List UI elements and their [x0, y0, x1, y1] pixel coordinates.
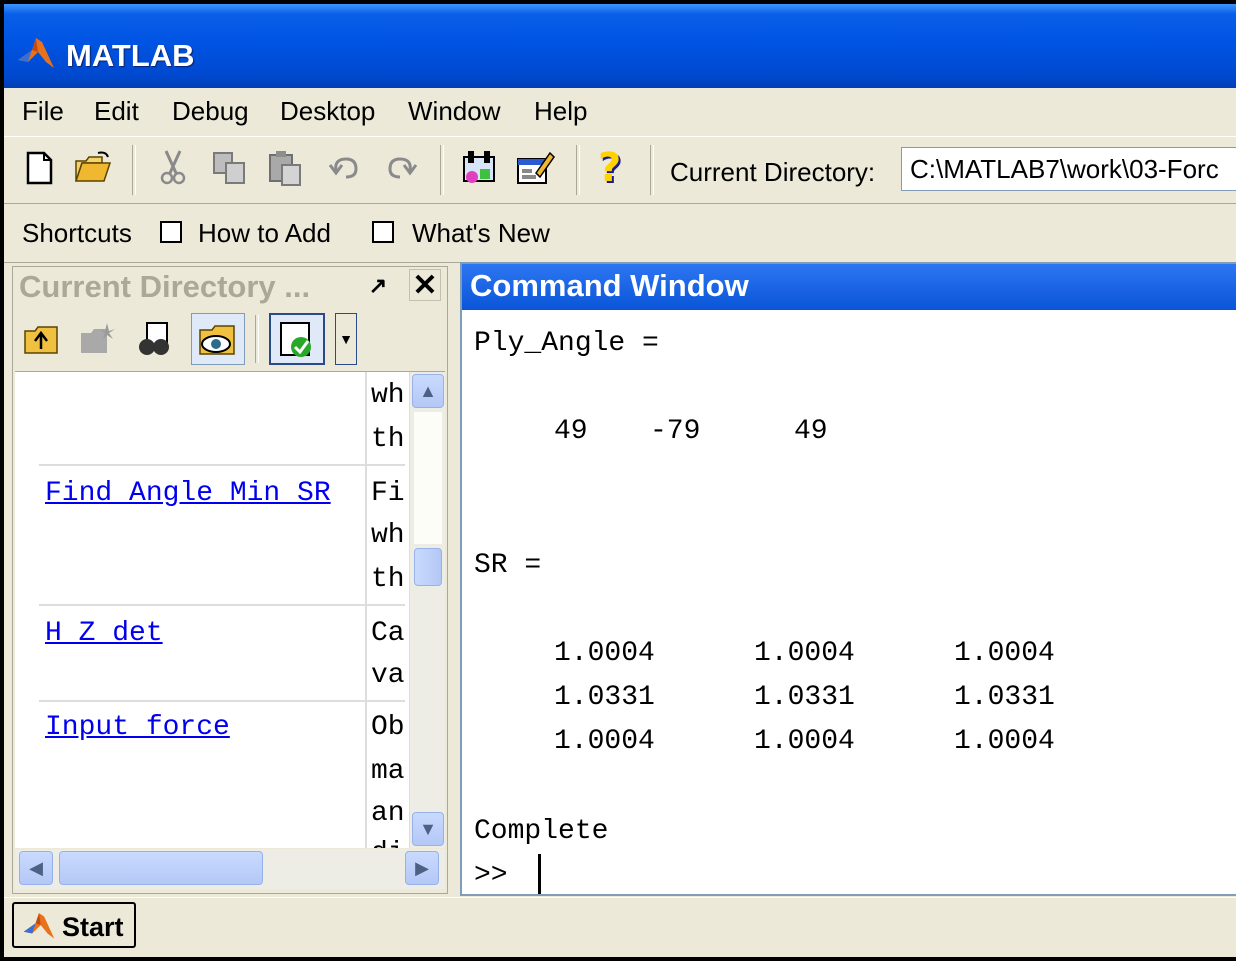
reports-button[interactable] — [269, 313, 325, 365]
file-link-h-z-det[interactable]: H Z det — [45, 618, 163, 649]
horizontal-scrollbar[interactable]: ◀ ▶ — [15, 849, 445, 889]
vertical-scrollbar[interactable]: ▲ ▼ — [409, 372, 445, 848]
start-button[interactable]: Start — [12, 902, 136, 948]
scroll-down-arrow-icon[interactable]: ▼ — [412, 812, 444, 846]
sr-value: 1.0004 — [954, 726, 1055, 757]
horizontal-scroll-thumb[interactable] — [59, 851, 263, 885]
ply-angle-value: 49 — [554, 416, 588, 447]
new-file-icon[interactable] — [18, 147, 60, 189]
desc-text: Ob — [371, 712, 405, 743]
help-icon[interactable]: ? ? — [590, 147, 632, 189]
file-link-input-force[interactable]: Input force — [45, 712, 230, 743]
current-directory-panel: Current Directory ... ↗ ✕ ▼ wh th Find A… — [12, 266, 448, 894]
matlab-logo-icon — [18, 38, 54, 68]
up-folder-icon[interactable] — [21, 319, 61, 359]
command-window-title-bar: Command Window — [462, 264, 1236, 310]
desc-text: ma — [371, 756, 405, 787]
ply-angle-value: -79 — [650, 416, 701, 447]
menu-help[interactable]: Help — [534, 96, 587, 127]
title-bar[interactable]: MATLAB — [4, 4, 1236, 88]
close-panel-button[interactable]: ✕ — [409, 269, 441, 302]
reports-dropdown-icon[interactable]: ▼ — [335, 313, 357, 365]
text-cursor — [538, 854, 541, 894]
start-label: Start — [62, 912, 124, 942]
desc-text: Fi — [371, 478, 405, 509]
svg-text:?: ? — [598, 147, 621, 189]
find-files-icon[interactable] — [133, 317, 177, 361]
status-text: Complete — [474, 816, 609, 847]
sr-value: 1.0004 — [754, 638, 855, 669]
shortcut-how-to-add[interactable]: How to Add — [198, 218, 331, 249]
redo-icon[interactable] — [380, 147, 422, 189]
new-folder-icon[interactable] — [77, 319, 117, 359]
panel-toolbar: ▼ — [13, 309, 449, 369]
command-window[interactable]: Command Window Ply_Angle = 49 -79 49 SR … — [460, 262, 1236, 896]
paste-icon[interactable] — [264, 147, 306, 189]
view-toggle-button[interactable] — [191, 313, 245, 365]
desc-text: wh — [371, 380, 405, 411]
scroll-thumb[interactable] — [414, 548, 442, 586]
shortcuts-label[interactable]: Shortcuts — [22, 218, 132, 249]
guide-icon[interactable] — [514, 147, 556, 189]
sr-label: SR = — [474, 550, 542, 581]
file-list: wh th Find Angle Min SR Fi wh th H Z det… — [15, 371, 445, 848]
matlab-logo-icon — [23, 913, 55, 939]
shortcut-whats-new[interactable]: What's New — [412, 218, 550, 249]
sr-value: 1.0004 — [754, 726, 855, 757]
scroll-right-arrow-icon[interactable]: ▶ — [405, 851, 439, 885]
current-directory-label: Current Directory: — [670, 157, 876, 187]
current-directory-field[interactable] — [901, 147, 1236, 191]
command-prompt[interactable]: >> — [474, 860, 508, 891]
menu-bar: File Edit Debug Desktop Window Help — [4, 88, 1236, 137]
desc-text: va — [371, 660, 405, 691]
report-check-icon — [280, 322, 311, 357]
desc-text: Ca — [371, 618, 405, 649]
toolbar: ? ? Current Directory: — [4, 137, 1236, 204]
sr-value: 1.0004 — [554, 638, 655, 669]
panel-title: Current Directory ... — [19, 269, 311, 304]
matlab-window: MATLAB File Edit Debug Desktop Window He… — [4, 4, 1236, 957]
sr-value: 1.0331 — [554, 682, 655, 713]
eye-folder-icon — [199, 325, 235, 355]
scroll-track[interactable] — [414, 412, 442, 544]
menu-file[interactable]: File — [22, 96, 64, 127]
scroll-up-arrow-icon[interactable]: ▲ — [412, 374, 444, 408]
desc-text: an — [371, 798, 405, 829]
ply-angle-label: Ply_Angle = — [474, 328, 659, 359]
cut-icon[interactable] — [152, 147, 194, 189]
sr-value: 1.0331 — [754, 682, 855, 713]
sr-value: 1.0331 — [954, 682, 1055, 713]
shortcut-icon — [372, 221, 394, 243]
copy-icon[interactable] — [208, 147, 250, 189]
open-folder-icon[interactable] — [72, 147, 114, 189]
window-title: MATLAB — [66, 38, 195, 73]
sr-value: 1.0004 — [954, 638, 1055, 669]
menu-debug[interactable]: Debug — [172, 96, 249, 127]
undock-icon[interactable]: ↗ — [365, 271, 391, 301]
sr-value: 1.0004 — [554, 726, 655, 757]
command-window-title: Command Window — [470, 268, 749, 303]
desc-text: di — [371, 838, 405, 848]
desc-text: th — [371, 564, 405, 595]
start-bar: Start — [4, 897, 1236, 957]
undo-icon[interactable] — [324, 147, 366, 189]
shortcuts-bar: Shortcuts How to Add What's New — [4, 204, 1236, 263]
menu-edit[interactable]: Edit — [94, 96, 139, 127]
scroll-left-arrow-icon[interactable]: ◀ — [19, 851, 53, 885]
menu-desktop[interactable]: Desktop — [280, 96, 375, 127]
simulink-icon[interactable] — [458, 147, 500, 189]
file-link-find-angle-min-sr[interactable]: Find Angle Min SR — [45, 478, 331, 509]
desc-text: wh — [371, 520, 405, 551]
desc-text: th — [371, 424, 405, 455]
menu-window[interactable]: Window — [408, 96, 500, 127]
shortcut-icon — [160, 221, 182, 243]
ply-angle-value: 49 — [794, 416, 828, 447]
